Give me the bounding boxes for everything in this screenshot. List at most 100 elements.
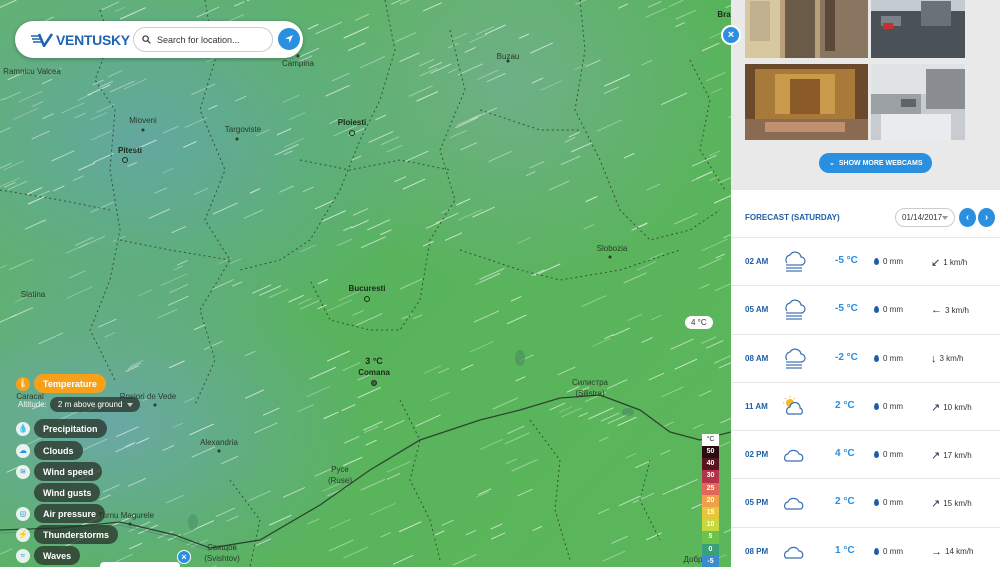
city-label: Bucuresti — [348, 284, 386, 293]
layer-label: Wind gusts — [34, 483, 101, 502]
forecast-time: 08 AM — [745, 353, 769, 363]
logo-icon — [31, 33, 53, 47]
city-dot — [153, 403, 157, 407]
webcam-thumbnail[interactable] — [871, 64, 965, 140]
layer-label: Thunderstorms — [34, 525, 119, 544]
thermometer-icon: 🌡 — [16, 376, 30, 391]
temperature-legend: °C 50 40 30 25 20 15 10 5 0 -5 — [702, 434, 719, 567]
webcam-thumbnail[interactable] — [745, 64, 868, 140]
forecast-time: 05 AM — [745, 305, 769, 315]
wind-direction-icon: ↙ — [931, 257, 941, 269]
wind-value: 14 km/h — [945, 547, 974, 557]
layer-label: Temperature — [34, 374, 106, 393]
forecast-row: 02 PM 4 °C 0 mm ↗ 17 km/h — [731, 430, 1000, 478]
ventusky-logo[interactable]: VENTUSKY — [31, 32, 130, 48]
precip-value: 0 mm — [883, 546, 903, 556]
city-label: Slobozia — [596, 244, 628, 253]
legend-value: 0 — [702, 543, 719, 556]
forecast-table: 02 AM -5 °C 0 mm ↙ 1 km/h 05 AM -5 °C 0 mm ← 3 km… — [731, 237, 1000, 567]
layer-waves[interactable]: ≈ Waves — [16, 546, 81, 565]
next-day-button[interactable]: › — [978, 208, 995, 227]
forecast-temperature: -5 °C — [835, 303, 858, 315]
partly-sunny-icon — [781, 395, 807, 419]
layer-air-pressure[interactable]: ◎ Air pressure — [16, 504, 106, 523]
city-dot — [217, 449, 221, 453]
wind-direction-icon: → — [931, 545, 942, 558]
search-box[interactable] — [133, 27, 273, 52]
previous-day-button[interactable]: ‹ — [959, 208, 976, 227]
city-dot — [349, 130, 355, 136]
layer-clouds[interactable]: ☁ Clouds — [16, 441, 83, 460]
city-dot — [128, 522, 132, 526]
wind-direction-icon: ↗ — [931, 401, 941, 414]
precip-value: 0 mm — [883, 305, 903, 315]
layer-thunderstorms[interactable]: ⚡ Thunderstorms — [16, 525, 119, 544]
wind-value: 3 km/h — [939, 354, 964, 364]
forecast-temperature: 2 °C — [835, 496, 855, 508]
forecast-wind: ↗ 17 km/h — [931, 449, 972, 462]
city-label: Ramnicu Valcea — [3, 67, 61, 76]
raindrop-icon — [874, 402, 879, 410]
layer-label: Wind speed — [34, 462, 103, 481]
city-dot — [364, 296, 370, 302]
city-label: Targoviste — [224, 125, 262, 134]
forecast-wind: → 14 km/h — [931, 546, 973, 558]
legend-value: 5 — [702, 531, 719, 544]
locate-button[interactable] — [278, 28, 300, 50]
layer-precipitation[interactable]: 💧 Precipitation — [16, 419, 107, 438]
city-dot — [122, 157, 128, 163]
city-label: (Ruse) — [327, 476, 353, 485]
webcam-image — [745, 64, 868, 140]
city-label: Силистра — [572, 378, 608, 387]
city-label: Comana — [358, 368, 390, 377]
temperature-bubble[interactable]: 4 °C — [685, 316, 713, 329]
date-dropdown[interactable]: 01/14/2017 — [895, 208, 955, 227]
close-timeline-button[interactable]: × — [177, 550, 191, 564]
chevron-left-icon: ‹ — [965, 212, 970, 223]
forecast-row: 05 PM 2 °C 0 mm ↗ 15 km/h — [731, 478, 1000, 526]
forecast-precipitation: 0 mm — [874, 257, 903, 266]
webcam-thumbnail[interactable] — [871, 0, 965, 58]
city-label: (Svishtov) — [204, 554, 240, 563]
layer-wind-speed[interactable]: ≋ Wind speed — [16, 462, 103, 481]
forecast-row: 05 AM -5 °C 0 mm ← 3 km/h — [731, 285, 1000, 333]
forecast-temperature: 4 °C — [835, 448, 855, 460]
wind-value: 10 km/h — [943, 402, 972, 412]
weather-map[interactable]: Ramnicu Valcea Campina Buzau Mioveni Tar… — [0, 0, 731, 567]
waves-icon: ≈ — [16, 548, 30, 563]
altitude-dropdown[interactable]: 2 m above ground — [49, 397, 141, 412]
cloud-icon — [781, 540, 807, 564]
city-label: Русе — [331, 465, 349, 474]
forecast-temperature: -2 °C — [835, 351, 858, 363]
search-input[interactable] — [157, 34, 257, 45]
legend-value: 30 — [702, 470, 719, 483]
city-label: Bra — [717, 10, 731, 19]
layer-wind-gusts[interactable]: Wind gusts — [34, 483, 101, 502]
forecast-temperature: -5 °C — [835, 255, 858, 266]
show-more-webcams-button[interactable]: ⌄ SHOW MORE WEBCAMS — [819, 153, 933, 173]
city-label: (Silistra) — [575, 389, 605, 398]
legend-unit: °C — [702, 434, 719, 446]
city-dot — [608, 255, 612, 259]
forecast-time: 05 PM — [745, 498, 769, 508]
layer-label: Precipitation — [34, 419, 107, 438]
raindrop-icon — [874, 499, 879, 507]
precip-value: 0 mm — [883, 450, 903, 460]
wind-direction-icon: ↓ — [931, 352, 937, 365]
close-icon: × — [181, 552, 187, 562]
altitude-selector[interactable]: Altitude: 2 m above ground — [18, 397, 141, 412]
forecast-time: 02 PM — [745, 450, 769, 460]
forecast-wind: ← 3 km/h — [931, 304, 969, 316]
close-panel-button[interactable]: × — [721, 25, 741, 45]
fog-icon — [781, 298, 807, 322]
timeline-strip[interactable] — [100, 562, 180, 567]
layer-temperature[interactable]: 🌡 Temperature — [16, 374, 106, 393]
altitude-label: Altitude: — [18, 400, 47, 409]
close-icon: × — [727, 29, 735, 41]
fog-icon — [781, 250, 807, 274]
raindrop-icon — [874, 451, 879, 459]
legend-value: -5 — [702, 555, 719, 567]
webcam-thumbnail[interactable] — [745, 0, 868, 58]
city-label: Alexandria — [200, 438, 238, 447]
forecast-precipitation: 0 mm — [874, 402, 903, 411]
